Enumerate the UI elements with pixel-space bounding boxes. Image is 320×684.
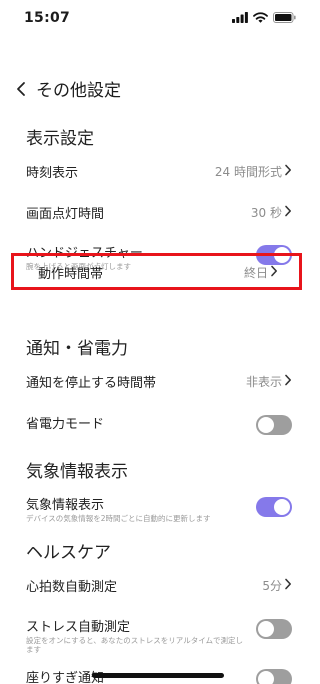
setting-label: 心拍数自動測定: [26, 580, 118, 595]
highlight-box: [11, 253, 302, 290]
setting-label: 通知を停止する時間帯: [26, 376, 157, 391]
section-title-health: ヘルスケア: [26, 543, 111, 563]
setting-value: 30 秒: [250, 206, 282, 220]
toggle-knob: [258, 417, 274, 433]
toggle-knob: [258, 671, 274, 684]
section-title-weather: 気象情報表示: [26, 462, 128, 482]
setting-row-time-format[interactable]: 時刻表示 24 時間形式: [0, 152, 316, 188]
setting-row-power-saving: 省電力モード: [0, 405, 316, 441]
chevron-right-icon: [285, 164, 291, 176]
cellular-signal-icon: [232, 12, 248, 23]
setting-label: 気象情報表示: [26, 498, 105, 513]
status-bar: 15:07: [0, 0, 316, 40]
setting-row-dnd-hours[interactable]: 通知を停止する時間帯 非表示: [0, 362, 316, 398]
toggle-knob: [274, 499, 290, 515]
header: その他設定: [0, 74, 316, 104]
back-button[interactable]: [10, 76, 32, 102]
chevron-right-icon: [285, 205, 291, 217]
setting-label: 省電力モード: [26, 417, 105, 432]
setting-description: 設定をオンにすると、あなたのストレスをリアルタイムで測定します: [26, 636, 244, 654]
setting-label: 画面点灯時間: [26, 207, 105, 222]
status-time: 15:07: [24, 10, 71, 26]
power-saving-toggle[interactable]: [256, 415, 292, 435]
setting-label: 時刻表示: [26, 166, 79, 181]
battery-icon: [273, 12, 296, 23]
chevron-left-icon: [17, 82, 25, 96]
setting-row-weather-display: 気象情報表示 デバイスの気象情報を2時間ごとに自動的に更新します: [0, 487, 316, 529]
section-title-display: 表示設定: [26, 129, 94, 149]
setting-description: デバイスの気象情報を2時間ごとに自動的に更新します: [26, 514, 211, 523]
stress-toggle[interactable]: [256, 619, 292, 639]
setting-row-stress: ストレス自動測定 設定をオンにすると、あなたのストレスをリアルタイムで測定します: [0, 610, 316, 658]
sitting-toggle[interactable]: [256, 669, 292, 684]
setting-row-screen-on-time[interactable]: 画面点灯時間 30 秒: [0, 193, 316, 229]
toggle-knob: [258, 621, 274, 637]
weather-display-toggle[interactable]: [256, 497, 292, 517]
status-icons: [232, 12, 296, 23]
setting-label: ストレス自動測定: [26, 620, 131, 635]
home-indicator: [92, 673, 224, 678]
chevron-right-icon: [285, 578, 291, 590]
section-title-notify: 通知・省電力: [26, 339, 128, 359]
setting-row-heart-rate[interactable]: 心拍数自動測定 5分: [0, 566, 316, 602]
setting-value: 非表示: [245, 375, 282, 389]
wifi-icon: [253, 12, 268, 23]
setting-value: 5分: [262, 579, 282, 593]
page-title: その他設定: [36, 81, 121, 101]
chevron-right-icon: [285, 374, 291, 386]
setting-value: 24 時間形式: [214, 165, 282, 179]
